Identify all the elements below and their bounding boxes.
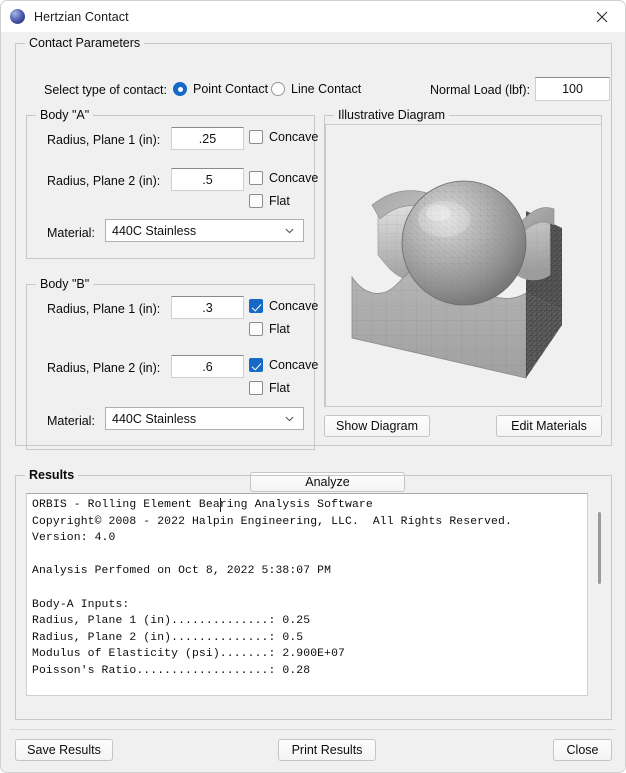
body-a-group: Body "A" Radius, Plane 1 (in): .25 Conca… [26, 115, 315, 259]
body-b-radius2-flat-box [249, 381, 263, 395]
body-b-material-label: Material: [47, 414, 95, 428]
normal-load-input[interactable]: 100 [535, 77, 610, 101]
body-b-radius2-label: Radius, Plane 2 (in): [47, 361, 160, 375]
results-legend: Results [25, 468, 78, 482]
radio-line-contact-indicator [271, 82, 285, 96]
edit-materials-label: Edit Materials [511, 419, 587, 433]
radio-line-contact-label: Line Contact [291, 82, 361, 96]
normal-load-label: Normal Load (lbf): [430, 83, 530, 97]
body-a-radius1-label: Radius, Plane 1 (in): [47, 133, 160, 147]
radio-point-contact-indicator [173, 82, 187, 96]
body-b-radius2-flat-label: Flat [269, 381, 290, 395]
body-a-radius1-concave-label: Concave [269, 130, 318, 144]
body-b-radius2-concave-label: Concave [269, 358, 318, 372]
contact-parameters-group: Contact Parameters Select type of contac… [15, 43, 612, 446]
sphere-icon [10, 9, 25, 24]
results-scrollbar-thumb[interactable] [598, 512, 601, 584]
radio-point-contact[interactable]: Point Contact [173, 82, 268, 96]
body-a-radius2-flat-box [249, 194, 263, 208]
close-icon[interactable] [579, 1, 625, 32]
radio-point-contact-label: Point Contact [193, 82, 268, 96]
body-a-material-value: 440C Stainless [112, 224, 196, 238]
close-button-label: Close [567, 743, 599, 757]
text-caret [220, 498, 221, 512]
body-b-material-select[interactable]: 440C Stainless [105, 407, 304, 430]
body-a-radius1-value: .25 [199, 132, 216, 146]
body-b-material-value: 440C Stainless [112, 412, 196, 426]
title-bar: Hertzian Contact [1, 1, 625, 32]
body-a-material-select[interactable]: 440C Stainless [105, 219, 304, 242]
body-a-radius2-label: Radius, Plane 2 (in): [47, 174, 160, 188]
body-b-radius1-concave-checkbox[interactable]: Concave [249, 299, 318, 313]
body-a-radius2-concave-checkbox[interactable]: Concave [249, 171, 318, 185]
body-b-radius2-value: .6 [202, 360, 212, 374]
chevron-down-icon [284, 225, 295, 236]
body-a-material-label: Material: [47, 226, 95, 240]
close-button[interactable]: Close [553, 739, 612, 761]
body-b-radius1-flat-box [249, 322, 263, 336]
body-a-legend: Body "A" [36, 108, 93, 122]
body-b-group: Body "B" Radius, Plane 1 (in): .3 Concav… [26, 284, 315, 450]
radio-line-contact[interactable]: Line Contact [271, 82, 361, 96]
body-a-radius2-concave-box [249, 171, 263, 185]
show-diagram-button[interactable]: Show Diagram [324, 415, 430, 437]
body-b-radius1-label: Radius, Plane 1 (in): [47, 302, 160, 316]
body-a-radius1-concave-box [249, 130, 263, 144]
body-a-radius2-value: .5 [202, 173, 212, 187]
body-b-radius2-concave-box [249, 358, 263, 372]
illustrative-diagram-legend: Illustrative Diagram [334, 108, 449, 122]
body-b-radius2-input[interactable]: .6 [171, 355, 244, 378]
body-a-radius2-flat-label: Flat [269, 194, 290, 208]
body-b-radius2-flat-checkbox[interactable]: Flat [249, 381, 290, 395]
print-results-button[interactable]: Print Results [278, 739, 376, 761]
contact-parameters-legend: Contact Parameters [25, 36, 144, 50]
save-results-button[interactable]: Save Results [15, 739, 113, 761]
edit-materials-button[interactable]: Edit Materials [496, 415, 602, 437]
body-a-radius2-input[interactable]: .5 [171, 168, 244, 191]
dialog-body: Contact Parameters Select type of contac… [1, 32, 625, 772]
body-a-radius2-flat-checkbox[interactable]: Flat [249, 194, 290, 208]
body-a-radius1-concave-checkbox[interactable]: Concave [249, 130, 318, 144]
results-textarea[interactable]: ORBIS - Rolling Element Bearing Analysis… [26, 493, 588, 696]
results-text: ORBIS - Rolling Element Bearing Analysis… [32, 497, 512, 696]
body-b-legend: Body "B" [36, 277, 93, 291]
diagram-image [325, 124, 602, 407]
body-b-radius1-input[interactable]: .3 [171, 296, 244, 319]
body-b-radius1-flat-label: Flat [269, 322, 290, 336]
show-diagram-label: Show Diagram [336, 419, 418, 433]
body-a-radius1-input[interactable]: .25 [171, 127, 244, 150]
body-b-radius1-concave-label: Concave [269, 299, 318, 313]
results-group: Results ORBIS - Rolling Element Bearing … [15, 475, 612, 720]
print-results-label: Print Results [292, 743, 363, 757]
body-a-radius2-concave-label: Concave [269, 171, 318, 185]
save-results-label: Save Results [27, 743, 101, 757]
body-b-radius1-flat-checkbox[interactable]: Flat [249, 322, 290, 336]
results-scrollbar[interactable] [594, 493, 606, 696]
hertzian-contact-window: Hertzian Contact Contact Parameters Sele… [0, 0, 626, 773]
normal-load-value: 100 [562, 82, 583, 96]
illustrative-diagram-group: Illustrative Diagram [324, 115, 602, 407]
select-type-label: Select type of contact: [44, 83, 167, 97]
body-b-radius2-concave-checkbox[interactable]: Concave [249, 358, 318, 372]
window-title: Hertzian Contact [34, 10, 129, 24]
chevron-down-icon [284, 413, 295, 424]
footer-divider [10, 729, 615, 730]
body-b-radius1-value: .3 [202, 301, 212, 315]
body-b-radius1-concave-box [249, 299, 263, 313]
